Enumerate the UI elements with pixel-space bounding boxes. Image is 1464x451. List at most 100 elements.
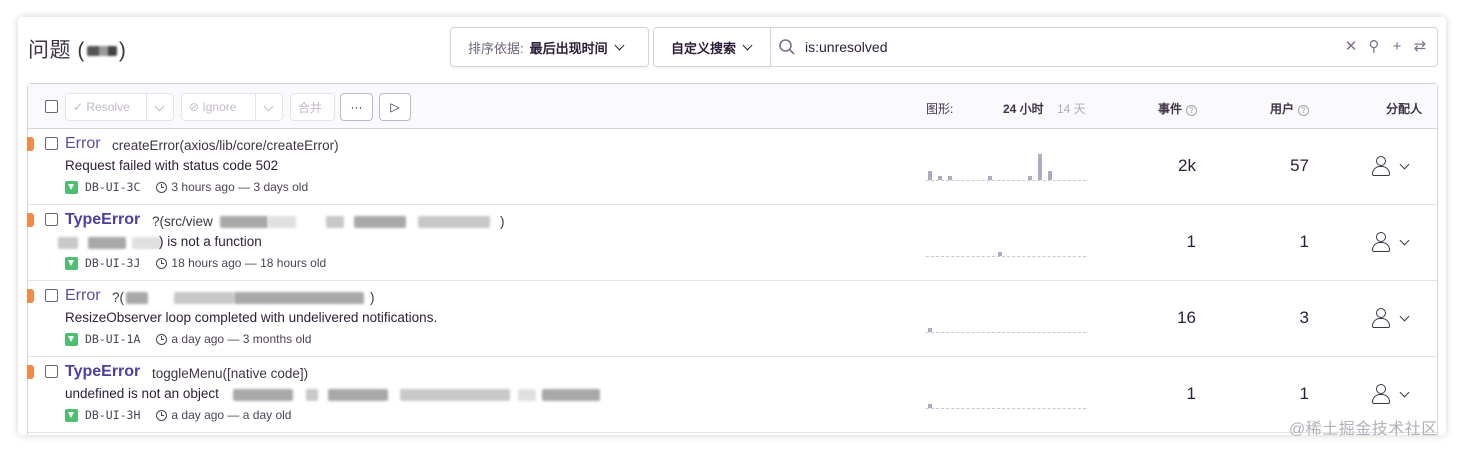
chevron-down-icon [742, 40, 753, 50]
user-count: 3 [1299, 308, 1309, 327]
redacted-text [132, 237, 162, 249]
assignee-selector[interactable] [1371, 231, 1410, 253]
redacted-text [306, 389, 318, 401]
user-count: 1 [1299, 384, 1309, 403]
issue-checkbox[interactable] [45, 137, 58, 150]
assignee-selector[interactable] [1371, 383, 1410, 405]
search-bar[interactable]: ✕ ⚲ + ⇄ [770, 27, 1438, 67]
redacted-text [234, 292, 364, 304]
users-header: 用户? [1270, 100, 1310, 117]
issue-checkbox[interactable] [45, 213, 58, 226]
issue-row[interactable]: TypeError toggleMenu([native code]) unde… [27, 357, 1437, 433]
assignee-selector[interactable] [1371, 155, 1410, 177]
chevron-down-icon [614, 40, 625, 50]
merge-button[interactable]: 合并 [290, 93, 335, 121]
issue-title[interactable]: Error [65, 287, 101, 305]
redacted-text [126, 292, 148, 304]
select-all-checkbox[interactable] [45, 100, 58, 113]
issue-time: a day ago — 3 months old [171, 332, 312, 346]
issue-message: undefined is not an object [65, 386, 219, 401]
help-icon[interactable]: ? [1298, 105, 1310, 116]
issue-culprit: ?( [112, 290, 125, 305]
sparkline-bar [938, 175, 942, 180]
redacted-text [233, 389, 293, 401]
sparkline [926, 375, 1086, 409]
sparkline-bar [928, 403, 932, 408]
issue-title[interactable]: TypeError [65, 211, 140, 229]
short-id[interactable]: DB-UI-1A [85, 332, 140, 346]
clock-icon [156, 409, 168, 421]
add-icon[interactable]: + [1390, 39, 1404, 55]
sort-dropdown[interactable]: 排序依据: 最后出现时间 [450, 27, 649, 67]
user-icon [1371, 383, 1391, 405]
issue-meta: DB-UI-1A a day ago — 3 months old [65, 332, 311, 346]
issue-time: 3 hours ago — 3 days old [171, 180, 309, 194]
user-icon [1371, 231, 1391, 253]
help-icon[interactable]: ? [1186, 105, 1198, 116]
sparkline-bar [1028, 175, 1032, 180]
ignore-options-button[interactable] [255, 93, 283, 121]
issue-title[interactable]: TypeError [65, 363, 140, 381]
clock-icon [156, 333, 168, 345]
more-actions-button[interactable]: ··· [340, 93, 373, 121]
sparkline [926, 299, 1086, 333]
graph-label: 图形: [926, 102, 954, 116]
page-title: 问题 () [28, 39, 127, 62]
clock-icon [156, 181, 168, 193]
redacted-text [328, 389, 388, 401]
event-count: 1 [1186, 232, 1196, 251]
issue-culprit: toggleMenu([native code]) [152, 366, 309, 381]
level-indicator [27, 213, 34, 227]
period-14d-toggle[interactable]: 14 天 [1057, 100, 1086, 117]
level-indicator [27, 365, 34, 379]
vue-icon [65, 180, 78, 194]
redacted-text [88, 237, 126, 249]
issue-row[interactable]: TypeError ?(src/view ) ) is not a functi… [27, 205, 1437, 281]
issues-toolbar: ✓ Resolve ⊘ Ignore 合并 ··· ▷ 图形: 24 小时 14… [28, 84, 1437, 129]
sparkline [926, 147, 1086, 181]
chevron-down-icon [1399, 235, 1410, 245]
sparkline-bar [998, 251, 1002, 256]
resolve-button[interactable]: ✓ Resolve [65, 93, 147, 121]
custom-search-dropdown[interactable]: 自定义搜索 [653, 27, 771, 67]
short-id[interactable]: DB-UI-3H [85, 408, 140, 422]
ignore-button[interactable]: ⊘ Ignore [181, 93, 256, 121]
chevron-down-icon [1399, 311, 1410, 321]
short-id[interactable]: DB-UI-3C [85, 180, 140, 194]
user-icon [1371, 155, 1391, 177]
redacted-text [354, 216, 406, 228]
issues-page: 问题 () 排序依据: 最后出现时间 自定义搜索 ✕ ⚲ + ⇄ ✓ Resol… [18, 17, 1446, 435]
short-id[interactable]: DB-UI-3J [85, 256, 140, 270]
assignee-selector[interactable] [1371, 307, 1410, 329]
event-count: 2k [1178, 156, 1196, 175]
clear-icon[interactable]: ✕ [1344, 39, 1358, 55]
search-input[interactable] [805, 39, 1325, 55]
issue-checkbox[interactable] [45, 289, 58, 302]
sparkline-bar [948, 175, 952, 180]
issue-time: 18 hours ago — 18 hours old [171, 256, 327, 270]
realtime-play-button[interactable]: ▷ [379, 93, 411, 121]
period-24h-toggle[interactable]: 24 小时 [1003, 100, 1044, 117]
redacted-text [400, 389, 510, 401]
issue-row[interactable]: Error createError(axios/lib/core/createE… [27, 129, 1437, 205]
pin-icon[interactable]: ⚲ [1367, 39, 1381, 55]
redacted-text [174, 292, 234, 304]
user-icon [1371, 307, 1391, 329]
issue-meta: DB-UI-3J 18 hours ago — 18 hours old [65, 256, 326, 270]
issue-row[interactable]: Error ?( ) ResizeObserver loop completed… [27, 281, 1437, 357]
sparkline-bar [988, 175, 992, 180]
events-header: 事件? [1158, 100, 1198, 117]
level-indicator [27, 137, 34, 151]
issue-meta: DB-UI-3H a day ago — a day old [65, 408, 291, 422]
issue-checkbox[interactable] [45, 365, 58, 378]
event-count: 16 [1177, 308, 1196, 327]
assignee-header: 分配人 [1386, 102, 1423, 116]
issue-title[interactable]: Error [65, 135, 101, 153]
issue-time: a day ago — a day old [171, 408, 292, 422]
settings-icon[interactable]: ⇄ [1413, 39, 1427, 55]
search-icon [779, 39, 795, 55]
sparkline [926, 223, 1086, 257]
sparkline-bar [928, 171, 932, 180]
resolve-options-button[interactable] [146, 93, 174, 121]
watermark: @稀土掘金技术社区 [1289, 421, 1438, 438]
